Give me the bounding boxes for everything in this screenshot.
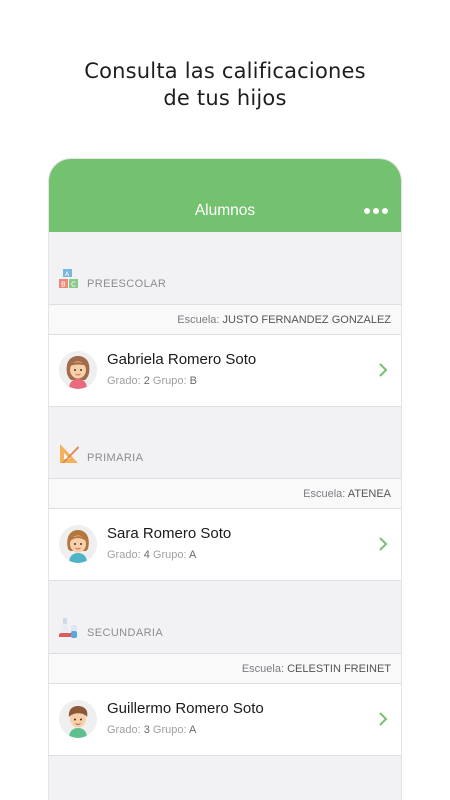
school-row: Escuela: ATENEA — [49, 478, 401, 509]
chevron-right-icon — [379, 363, 388, 377]
chevron-right-icon — [379, 712, 388, 726]
boy-avatar-icon — [59, 700, 97, 738]
headline-line-1: Consulta las calificaciones — [84, 59, 366, 83]
group-value: A — [188, 724, 197, 736]
section-primaria: PRIMARIA Escuela: ATENEA Sara Romero Sot… — [49, 442, 401, 581]
school-label: Escuela: — [177, 314, 220, 326]
section-label: PRIMARIA — [87, 452, 144, 464]
headline: Consulta las calificaciones de tus hijos — [0, 58, 450, 112]
group-label: Grupo: — [152, 549, 187, 561]
section-header: SECUNDARIA — [49, 617, 401, 653]
section-label: PREESCOLAR — [87, 278, 167, 290]
school-row: Escuela: JUSTO FERNANDEZ GONZALEZ — [49, 304, 401, 335]
group-label: Grupo: — [152, 375, 187, 387]
section-label: SECUNDARIA — [87, 627, 164, 639]
headline-line-2: de tus hijos — [163, 86, 287, 110]
abc-blocks-icon: A B C — [59, 269, 78, 289]
nav-bar: Alumnos — [49, 159, 401, 232]
svg-text:B: B — [61, 281, 66, 289]
more-dots-icon[interactable] — [364, 205, 388, 217]
section-header: A B C PREESCOLAR — [49, 268, 401, 304]
student-meta: Grado: 2 Grupo: B — [107, 375, 197, 387]
section-secundaria: SECUNDARIA Escuela: CELESTIN FREINET Gui… — [49, 617, 401, 756]
ruler-triangle-icon — [60, 444, 79, 463]
grade-label: Grado: — [107, 549, 141, 561]
grade-value: 2 — [143, 375, 150, 387]
student-meta: Grado: 4 Grupo: A — [107, 549, 196, 561]
student-meta: Grado: 3 Grupo: A — [107, 724, 196, 736]
girl-avatar-icon — [59, 351, 97, 389]
school-name: ATENEA — [347, 488, 391, 500]
grade-value: 3 — [143, 724, 150, 736]
chevron-right-icon — [379, 537, 388, 551]
student-name: Gabriela Romero Soto — [107, 351, 257, 368]
student-name: Sara Romero Soto — [107, 525, 232, 542]
student-row[interactable]: Gabriela Romero Soto Grado: 2 Grupo: B — [49, 335, 401, 407]
group-label: Grupo: — [152, 724, 187, 736]
section-header: PRIMARIA — [49, 442, 401, 478]
school-label: Escuela: — [241, 663, 285, 675]
grade-value: 4 — [143, 549, 150, 561]
group-value: B — [189, 375, 197, 387]
phone-frame: Alumnos A B C PREESCOLAR Escuela: JUSTO … — [49, 159, 401, 800]
girl-avatar-icon — [59, 525, 97, 563]
nav-title: Alumnos — [194, 202, 256, 219]
grade-label: Grado: — [107, 375, 141, 387]
flask-icon — [59, 618, 77, 638]
student-row[interactable]: Guillermo Romero Soto Grado: 3 Grupo: A — [49, 684, 401, 756]
school-name: JUSTO FERNANDEZ GONZALEZ — [222, 314, 391, 326]
group-value: A — [188, 549, 197, 561]
school-row: Escuela: CELESTIN FREINET — [49, 653, 401, 684]
svg-text:C: C — [71, 281, 76, 289]
section-preescolar: A B C PREESCOLAR Escuela: JUSTO FERNANDE… — [49, 268, 401, 407]
student-name: Guillermo Romero Soto — [107, 700, 264, 717]
school-name: CELESTIN FREINET — [287, 663, 391, 675]
school-label: Escuela: — [303, 488, 346, 500]
student-row[interactable]: Sara Romero Soto Grado: 4 Grupo: A — [49, 509, 401, 581]
grade-label: Grado: — [107, 724, 141, 736]
